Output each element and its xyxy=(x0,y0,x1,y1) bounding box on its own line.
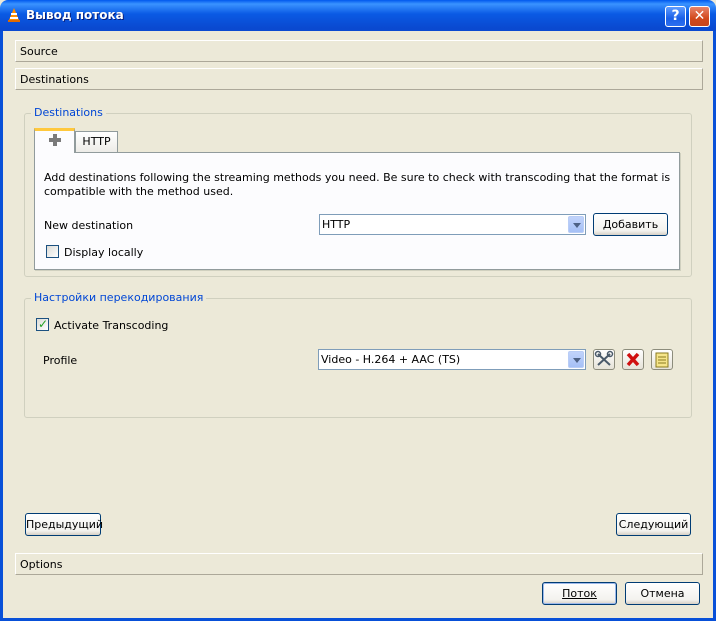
destinations-group-title: Destinations xyxy=(31,106,106,119)
new-destination-label: New destination xyxy=(44,219,134,232)
cancel-button[interactable]: Отмена xyxy=(625,582,700,605)
new-profile-button[interactable] xyxy=(651,349,673,370)
window-title: Вывод потока xyxy=(26,8,124,22)
section-source[interactable]: Source xyxy=(15,40,703,62)
tab-add-destination[interactable] xyxy=(34,128,75,153)
delete-profile-button[interactable] xyxy=(622,349,644,370)
new-destination-select[interactable]: HTTP xyxy=(319,214,586,235)
transcoding-group: Настройки перекодирования ✓ Activate Tra… xyxy=(24,291,692,418)
previous-button[interactable]: Предыдущий xyxy=(25,513,103,536)
vlc-cone-icon xyxy=(8,8,20,22)
check-mark-icon: ✓ xyxy=(38,317,49,331)
delete-icon xyxy=(626,352,640,367)
new-profile-icon xyxy=(655,352,669,368)
activate-transcoding-label: Activate Transcoding xyxy=(54,319,169,332)
plus-icon xyxy=(48,134,61,146)
next-button[interactable]: Следующий xyxy=(616,513,691,536)
destination-tab-panel: Add destinations following the streaming… xyxy=(34,152,680,270)
tab-http[interactable]: HTTP xyxy=(75,131,118,153)
help-button[interactable]: ? xyxy=(665,6,686,27)
display-locally-checkbox[interactable] xyxy=(46,245,59,258)
stream-output-window: Вывод потока ? ✕ Source Destinations Des… xyxy=(0,0,716,621)
profile-select[interactable]: Video - H.264 + AAC (TS) xyxy=(318,349,586,370)
section-options[interactable]: Options xyxy=(15,553,703,575)
profile-value: Video - H.264 + AAC (TS) xyxy=(321,353,461,366)
profile-label: Profile xyxy=(43,354,78,367)
edit-profile-button[interactable] xyxy=(593,349,615,370)
stream-button[interactable]: Поток xyxy=(542,582,617,605)
destinations-group: Destinations HTTP Add destinations follo… xyxy=(24,106,692,277)
wrench-icon xyxy=(594,350,614,366)
chevron-down-icon[interactable] xyxy=(568,216,584,233)
close-button[interactable]: ✕ xyxy=(689,6,710,27)
transcoding-group-title: Настройки перекодирования xyxy=(31,291,207,304)
destinations-description: Add destinations following the streaming… xyxy=(44,171,671,198)
section-destinations[interactable]: Destinations xyxy=(15,68,703,90)
title-bar[interactable]: Вывод потока ? ✕ xyxy=(0,0,716,31)
activate-transcoding-checkbox[interactable]: ✓ xyxy=(36,318,49,331)
add-destination-button[interactable]: Добавить xyxy=(593,213,668,236)
new-destination-value: HTTP xyxy=(322,218,351,231)
chevron-down-icon[interactable] xyxy=(568,351,584,368)
display-locally-label: Display locally xyxy=(64,246,144,259)
dialog-body: Source Destinations Destinations HTTP Ad… xyxy=(3,31,713,618)
